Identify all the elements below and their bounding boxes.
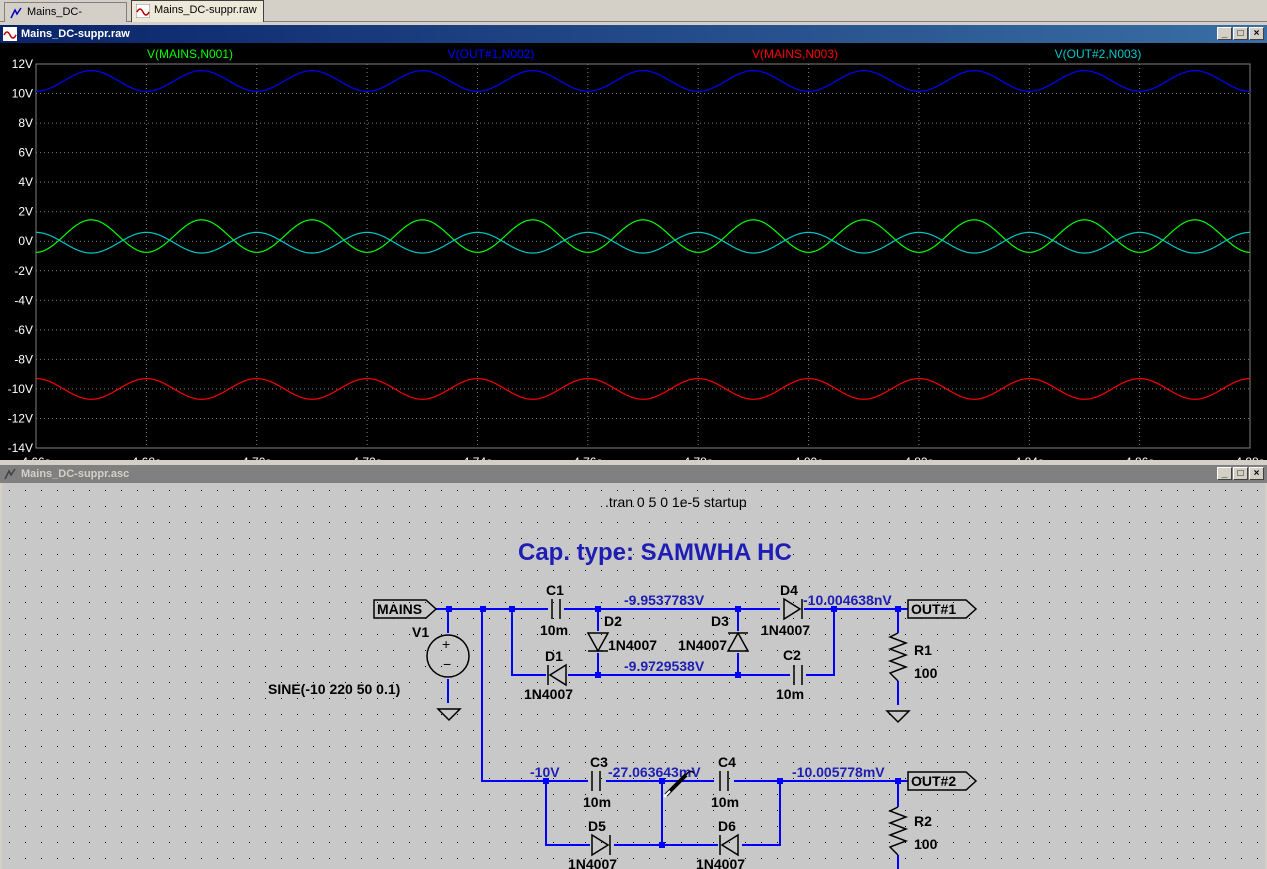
x-tick-label: 4.76s [573, 455, 602, 460]
y-tick-label: 8V [18, 116, 33, 130]
d6-value: 1N4007 [696, 856, 745, 869]
waveform-window-titlebar[interactable]: Mains_DC-suppr.raw _ □ × [0, 25, 1267, 43]
c2-value: 10m [776, 686, 804, 702]
d4-value: 1N4007 [761, 622, 810, 638]
series-line-1 [36, 219, 1250, 253]
x-tick-label: 4.80s [794, 455, 823, 460]
legend-1: V(MAINS,N001) [147, 47, 233, 61]
voltage-out2: -10.005778mV [792, 764, 885, 780]
waveform-window: Mains_DC-suppr.raw _ □ × 4.66s 4.68s 4.70s… [0, 25, 1267, 460]
d6-ref: D6 [718, 818, 736, 834]
tran-directive[interactable]: .tran 0 5 0 1e-5 startup [605, 494, 747, 510]
y-tick-label: 4V [18, 175, 33, 189]
x-tick-label: 4.70s [242, 455, 271, 460]
x-tick-label: 4.84s [1015, 455, 1044, 460]
port-mains-label: MAINS [377, 601, 422, 617]
y-tick-label: -4V [14, 293, 33, 307]
schematic-restore-button[interactable]: □ [1233, 467, 1248, 480]
waveform-icon [3, 27, 17, 41]
y-tick-label: 10V [12, 87, 33, 101]
c3-value: 10m [583, 794, 611, 810]
x-tick-label: 4.86s [1125, 455, 1154, 460]
waveform-window-title: Mains_DC-suppr.raw [21, 28, 130, 40]
y-tick-label: -2V [14, 264, 33, 278]
c3-ref: C3 [590, 754, 608, 770]
r2-ref: R2 [914, 813, 932, 829]
v1-ref: V1 [412, 624, 429, 640]
x-tick-label: 4.68s [132, 455, 161, 460]
waveform-minimize-button[interactable]: _ [1217, 27, 1232, 40]
legend-3: V(MAINS,N003) [752, 47, 838, 61]
y-tick-label: -10V [8, 382, 33, 396]
x-tick-label: 4.82s [904, 455, 933, 460]
y-tick-label: 0V [18, 234, 33, 248]
y-tick-label: -6V [14, 323, 33, 337]
schematic-icon [4, 468, 16, 480]
voltage-out1: -10.004638nV [803, 592, 892, 608]
d1-ref: D1 [545, 648, 563, 664]
x-tick-label: 4.72s [352, 455, 381, 460]
v1-value: SINE(-10 220 50 0.1) [268, 681, 400, 697]
y-tick-label: 6V [18, 146, 33, 160]
waveform-close-button[interactable]: × [1249, 27, 1264, 40]
d1-value: 1N4007 [524, 686, 573, 702]
series-line-2 [36, 69, 1250, 92]
y-tick-label: -12V [8, 411, 33, 425]
c1-value: 10m [540, 622, 568, 638]
r1-value: 100 [914, 665, 938, 681]
d3-value: 1N4007 [678, 637, 727, 653]
y-tick-label: -14V [8, 441, 33, 455]
port-out2-label: OUT#2 [911, 773, 956, 789]
c4-value: 10m [711, 794, 739, 810]
c2-ref: C2 [783, 647, 801, 663]
x-tick-label: 4.74s [463, 455, 492, 460]
schematic-canvas[interactable]: .tran 0 5 0 1e-5 startup Cap. type: SAMW… [2, 483, 1265, 869]
series-line-3 [36, 378, 1250, 400]
x-tick-label: 4.66s [21, 455, 50, 460]
c1-ref: C1 [546, 582, 564, 598]
x-tick-label: 4.78s [684, 455, 713, 460]
x-tick-label: 4.88s [1235, 455, 1264, 460]
y-tick-label: 2V [18, 205, 33, 219]
schematic-window-titlebar[interactable]: Mains_DC-suppr.asc _ □ × [0, 465, 1267, 483]
legend-4: V(OUT#2,N003) [1055, 47, 1142, 61]
schematic-window: Mains_DC-suppr.asc _ □ × .tran 0 5 0 1e-… [0, 465, 1267, 869]
plot-frame [35, 63, 1251, 449]
d4-ref: D4 [780, 582, 798, 598]
tab-schematic[interactable]: Mains_DC-suppr.asc [4, 2, 127, 36]
voltage-n-mid2: -27.063643mV [608, 764, 701, 780]
tab-waveform-label: Mains_DC-suppr.raw [154, 4, 257, 16]
c4-ref: C4 [718, 754, 736, 770]
schematic-window-title: Mains_DC-suppr.asc [21, 468, 130, 480]
d5-value: 1N4007 [568, 856, 617, 869]
y-tick-label: -8V [14, 352, 33, 366]
d2-ref: D2 [604, 613, 622, 629]
schematic-minimize-button[interactable]: _ [1217, 467, 1232, 480]
waveform-plot[interactable]: 4.66s 4.68s 4.70s 4.72s 4.74s 4.76s 4.78s 4.80s… [0, 43, 1267, 460]
d3-ref: D3 [711, 613, 729, 629]
voltage-n-bot: -9.9729538V [624, 658, 705, 674]
svg-text:−: − [443, 656, 451, 672]
voltage-n-top: -9.9537783V [624, 592, 705, 608]
document-tab-bar: Mains_DC-suppr.asc Mains_DC-suppr.raw [0, 0, 1267, 36]
voltage-n-c3-left: -10V [530, 764, 560, 780]
legend-2: V(OUT#1,N002) [448, 47, 535, 61]
waveform-restore-button[interactable]: □ [1233, 27, 1248, 40]
schematic-title[interactable]: Cap. type: SAMWHA HC [518, 539, 792, 566]
waveform-icon [136, 4, 150, 18]
d2-value: 1N4007 [608, 637, 657, 653]
r2-value: 100 [914, 836, 938, 852]
d5-ref: D5 [588, 818, 606, 834]
svg-text:+: + [442, 636, 450, 652]
schematic-close-button[interactable]: × [1249, 467, 1264, 480]
tab-waveform[interactable]: Mains_DC-suppr.raw [131, 0, 264, 22]
y-tick-label: 12V [12, 57, 33, 71]
port-out1-label: OUT#1 [911, 601, 956, 617]
r1-ref: R1 [914, 642, 932, 658]
schematic-icon [10, 7, 22, 19]
series-line-4 [36, 231, 1250, 254]
